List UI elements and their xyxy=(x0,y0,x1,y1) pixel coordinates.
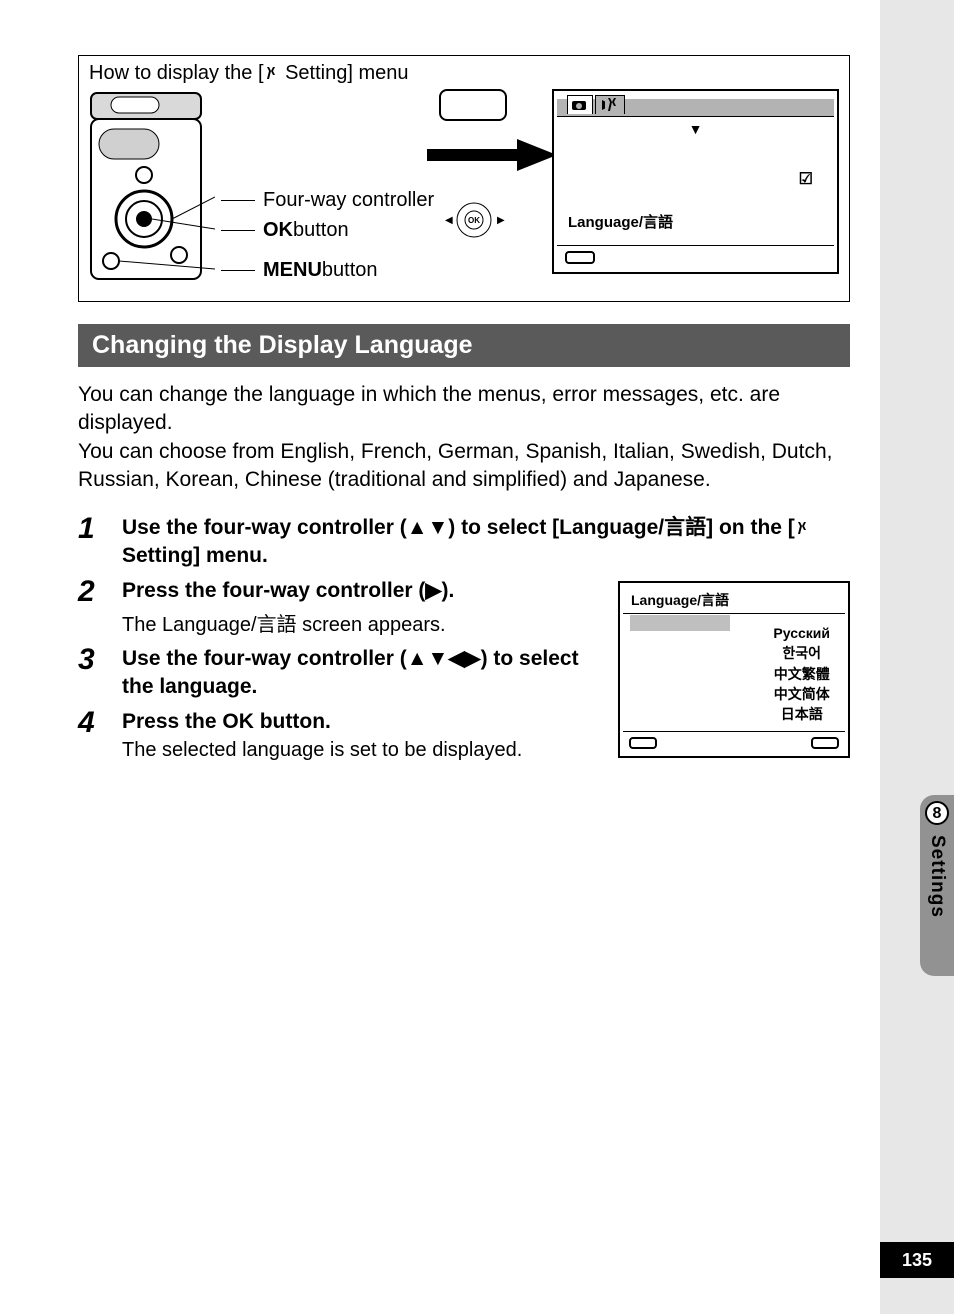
arrow-icon xyxy=(427,137,567,173)
footer-menu-button-icon xyxy=(629,737,657,749)
step-number: 4 xyxy=(78,708,122,762)
diagram-title: How to display the [ Setting] menu xyxy=(89,62,839,85)
step4-post: button. xyxy=(254,710,331,733)
page-content: How to display the [ Setting] menu xyxy=(0,0,880,1314)
camera-illustration xyxy=(89,89,215,289)
step-3: 3 Use the four-way controller (▲▼◀▶) to … xyxy=(78,645,592,700)
tab-camera-icon xyxy=(567,95,593,114)
wrench-icon xyxy=(264,65,280,81)
wrench-icon xyxy=(795,520,811,536)
menu-button-outline xyxy=(439,89,507,121)
svg-text:◀: ◀ xyxy=(445,215,453,226)
lang-option: 한국어 xyxy=(773,643,830,663)
label-menu: MENU button xyxy=(221,259,378,282)
step1-pre: Use the four-way controller (▲▼) to sele… xyxy=(122,516,795,539)
lcd-language-row: Language/言語 xyxy=(568,211,673,232)
ok-label: OK xyxy=(263,219,293,242)
step-number: 3 xyxy=(78,645,122,700)
steps-with-figure: 2 Press the four-way controller (▶). The… xyxy=(78,577,850,770)
language-screen-footer xyxy=(623,731,845,753)
step1-post: Setting] menu. xyxy=(122,544,268,567)
language-select-screen: Language/言語 Русский 한국어 中文繁體 中文简体 日本語 xyxy=(618,581,850,758)
language-screen-title: Language/言語 xyxy=(623,586,845,614)
intro-paragraph: You can change the language in which the… xyxy=(78,381,850,494)
chapter-tab: 8 Settings xyxy=(920,795,954,976)
tab-tools-icon xyxy=(605,95,625,114)
step-subtext: The selected language is set to be displ… xyxy=(122,739,592,762)
label-fourway: Four-way controller xyxy=(221,189,434,212)
lang-option: 日本語 xyxy=(773,704,830,724)
chapter-label: Settings xyxy=(926,835,948,918)
steps-list: 1 Use the four-way controller (▲▼) to se… xyxy=(78,514,850,770)
how-to-diagram: How to display the [ Setting] menu xyxy=(78,55,850,302)
menu-suffix: button xyxy=(322,259,378,282)
settings-menu-screen: ▼ ☑ Language/言語 xyxy=(552,89,839,274)
ok-controller-icon: OK ◀ ▶ xyxy=(439,195,509,245)
language-highlight xyxy=(630,615,730,631)
side-panel: 8 Settings 135 xyxy=(880,0,954,1314)
language-options: Русский 한국어 中文繁體 中文简体 日本語 xyxy=(773,623,830,724)
step-subtext: The Language/言語 screen appears. xyxy=(122,608,592,637)
step-number: 1 xyxy=(78,514,122,569)
down-arrow-icon: ▼ xyxy=(689,121,703,137)
footer-ok-button-icon xyxy=(811,737,839,749)
step-heading: Use the four-way controller (▲▼) to sele… xyxy=(122,514,850,569)
label-ok: OK button xyxy=(221,219,349,242)
lcd-menu-button-icon xyxy=(565,251,595,264)
section-title: Changing the Display Language xyxy=(78,324,850,367)
lcd-body: ▼ ☑ Language/言語 xyxy=(554,117,837,245)
step4-ok: OK xyxy=(222,710,254,733)
lang-option: 中文繁體 xyxy=(773,664,830,684)
svg-text:▶: ▶ xyxy=(497,215,505,226)
menu-label: MENU xyxy=(263,259,322,282)
step-2: 2 Press the four-way controller (▶). The… xyxy=(78,577,592,637)
step-heading: Press the four-way controller (▶). xyxy=(122,577,592,604)
diagram-body: Four-way controller OK button MENU butto… xyxy=(89,89,839,289)
check-icon: ☑ xyxy=(799,169,813,189)
lcd-footer xyxy=(557,245,834,269)
diagram-title-post: Setting] menu xyxy=(280,62,409,84)
page-number: 135 xyxy=(880,1242,954,1278)
step-heading: Use the four-way controller (▲▼◀▶) to se… xyxy=(122,645,592,700)
lang-option: 中文简体 xyxy=(773,684,830,704)
step-heading: Press the OK button. xyxy=(122,708,592,735)
chapter-number: 8 xyxy=(925,801,949,825)
step4-pre: Press the xyxy=(122,710,222,733)
lang-option: Русский xyxy=(773,623,830,643)
ok-suffix: button xyxy=(293,219,349,242)
lcd-tabs xyxy=(557,93,834,117)
step-1: 1 Use the four-way controller (▲▼) to se… xyxy=(78,514,850,569)
svg-text:OK: OK xyxy=(468,216,480,225)
label-fourway-text: Four-way controller xyxy=(263,189,434,212)
diagram-title-pre: How to display the [ xyxy=(89,62,264,84)
step-4: 4 Press the OK button. The selected lang… xyxy=(78,708,592,762)
step-number: 2 xyxy=(78,577,122,637)
